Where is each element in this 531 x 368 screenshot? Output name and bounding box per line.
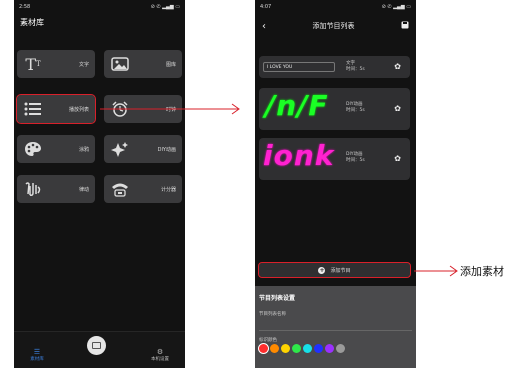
program-item[interactable]: ionk DIY动画 时间：5s ✿ [259, 138, 410, 180]
save-icon[interactable] [401, 21, 409, 31]
nav-material-library-label: 素材库 [30, 357, 44, 362]
tile-rhythm-label: 律动 [78, 186, 89, 193]
program-duration: 时间：5s [346, 108, 365, 113]
gear-icon[interactable]: ✿ [394, 154, 401, 163]
gear-icon[interactable]: ✿ [394, 62, 401, 71]
nav-device-settings[interactable]: ⚙ 本机设置 [145, 348, 175, 362]
program-duration: 时间：5s [346, 67, 365, 72]
tile-playlist-label: 播放列表 [68, 106, 89, 113]
nav-device-settings-label: 本机设置 [151, 357, 169, 362]
palette-icon [23, 141, 43, 157]
tile-doodle[interactable]: 涂鸦 [17, 135, 95, 163]
color-swatch[interactable] [303, 344, 312, 353]
color-swatch[interactable] [314, 344, 323, 353]
status-bar: 2:58 ⊘ ✆ ▂▄▆ ▭ [14, 0, 185, 14]
color-swatches [259, 344, 345, 353]
led-preview: ionk [263, 139, 335, 172]
phone-screen-material-library: 2:58 ⊘ ✆ ▂▄▆ ▭ 素材库 TT 文字 图库 播放列表 时钟 [14, 0, 185, 368]
text-icon: TT [25, 54, 41, 74]
callout-arrow-add [414, 265, 458, 277]
status-time: 4:07 [260, 4, 272, 10]
nav-material-library[interactable]: ☰ 素材库 [22, 348, 52, 362]
scoreboard-icon [110, 181, 130, 197]
grid-icon: ☰ [33, 348, 41, 356]
top-bar: ‹ 添加节目列表 [255, 14, 416, 38]
add-program-label: 添加节目 [330, 267, 351, 274]
tile-playlist[interactable]: 播放列表 [16, 94, 96, 124]
tile-scoreboard[interactable]: 计分器 [104, 175, 182, 203]
divider [259, 330, 412, 331]
color-swatch[interactable] [270, 344, 279, 353]
status-icons: ⊘ ✆ ▂▄▆ ▭ [381, 4, 411, 10]
color-label: 标识颜色 [259, 338, 277, 343]
gear-icon[interactable]: ✿ [394, 104, 401, 113]
phone-screen-add-program-list: 4:07 ⊘ ✆ ▂▄▆ ▭ ‹ 添加节目列表 I LOVE YOU 文字 时间… [255, 0, 416, 368]
program-list-settings-sheet: 节目列表设置 节目列表名称 标识颜色 [255, 286, 416, 368]
program-list-name-field[interactable]: 节目列表名称 [255, 302, 416, 317]
page-title: 素材库 [20, 18, 44, 27]
annotation-add-material: 添加素材 [460, 265, 504, 278]
rhythm-icon [23, 181, 43, 197]
tile-diy-animation[interactable]: DIY动画 [104, 135, 182, 163]
color-swatch[interactable] [259, 344, 268, 353]
program-item[interactable]: I LOVE YOU 文字 时间：5s ✿ [259, 56, 410, 78]
color-swatch[interactable] [336, 344, 345, 353]
color-swatch[interactable] [281, 344, 290, 353]
bottom-navigation: ☰ 素材库 ⚙ 本机设置 [14, 331, 185, 368]
program-item[interactable]: /n/F DIY动画 时间：5s ✿ [259, 88, 410, 130]
status-icons: ⊘ ✆ ▂▄▆ ▭ [150, 4, 180, 10]
back-icon[interactable]: ‹ [262, 21, 266, 32]
color-swatch[interactable] [292, 344, 301, 353]
tile-gallery[interactable]: 图库 [104, 50, 182, 78]
led-preview: /n/F [265, 89, 329, 122]
program-meta: DIY动画 时间：5s [346, 152, 365, 164]
tile-diy-animation-label: DIY动画 [157, 146, 176, 153]
list-icon [23, 101, 43, 117]
program-meta: 文字 时间：5s [346, 61, 365, 73]
add-program-button[interactable]: + 添加节目 [258, 262, 411, 278]
settings-heading: 节目列表设置 [259, 295, 296, 302]
callout-arrow-playlist [100, 103, 240, 115]
sparkle-icon [110, 141, 130, 157]
status-bar: 4:07 ⊘ ✆ ▂▄▆ ▭ [255, 0, 416, 14]
tile-text-label: 文字 [78, 61, 89, 68]
program-duration: 时间：5s [346, 158, 365, 163]
center-action-button[interactable] [87, 336, 106, 355]
tile-rhythm[interactable]: 律动 [17, 175, 95, 203]
program-text-preview: I LOVE YOU [263, 62, 335, 72]
image-icon [110, 56, 130, 72]
tile-scoreboard-label: 计分器 [160, 186, 176, 193]
screen-icon [92, 342, 101, 349]
tile-doodle-label: 涂鸦 [78, 146, 89, 153]
gear-icon: ⚙ [156, 348, 164, 356]
page-title: 添加节目列表 [312, 22, 355, 30]
program-meta: DIY动画 时间：5s [346, 102, 365, 114]
tile-gallery-label: 图库 [165, 61, 176, 68]
plus-icon: + [318, 266, 326, 274]
status-time: 2:58 [19, 4, 31, 10]
color-swatch[interactable] [325, 344, 334, 353]
tile-text[interactable]: TT 文字 [17, 50, 95, 78]
